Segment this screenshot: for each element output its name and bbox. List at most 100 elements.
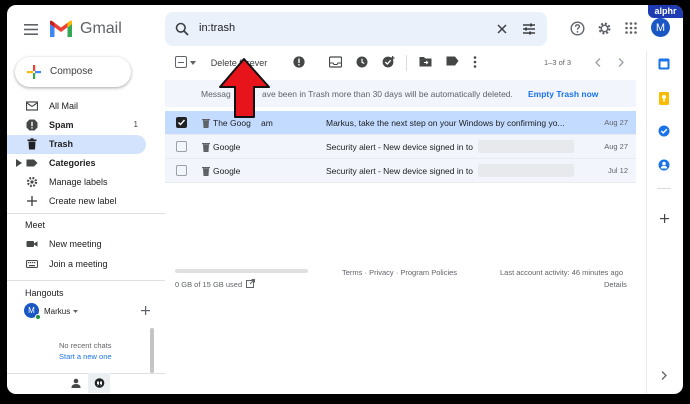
gmail-logo-icon[interactable] [49, 20, 73, 38]
spam-count: 1 [133, 120, 138, 129]
table-row[interactable]: Google Security alert - New device signe… [165, 159, 636, 183]
hangouts-chat-icon[interactable] [88, 373, 110, 393]
account-avatar[interactable]: M [651, 18, 670, 37]
privacy-link[interactable]: Privacy [369, 268, 394, 277]
pagination-text: 1–3 of 3 [544, 58, 572, 67]
email-subject: Security alert - New device signed in to [326, 166, 473, 176]
next-page-icon[interactable] [618, 58, 624, 67]
trash-icon [26, 138, 39, 151]
hangouts-bottom-bar [7, 373, 165, 394]
clear-search-icon[interactable] [496, 23, 508, 35]
email-date: Jul 12 [607, 166, 628, 175]
settings-gear-icon[interactable] [597, 21, 612, 36]
alphr-watermark: alphr [648, 5, 683, 18]
label-tag-icon[interactable] [446, 56, 460, 70]
row-checkbox[interactable] [176, 165, 187, 176]
add-to-tasks-icon[interactable] [382, 56, 396, 70]
email-subject: Security alert - New device signed in to [326, 142, 473, 152]
keep-icon[interactable] [659, 92, 669, 105]
sidebar-item-label: Spam [49, 120, 74, 130]
get-addons-plus-icon[interactable] [660, 214, 669, 223]
contacts-icon[interactable] [658, 159, 670, 171]
hangouts-user-name[interactable]: Markus [44, 307, 70, 316]
plus-icon [26, 195, 39, 208]
sidebar-item-label: Create new label [49, 196, 117, 206]
details-link[interactable]: Details [604, 280, 627, 289]
search-input[interactable]: in:trash [199, 22, 235, 34]
move-to-folder-icon[interactable] [419, 56, 433, 70]
help-icon[interactable] [570, 21, 585, 36]
redacted-area [478, 140, 574, 153]
red-pointer-arrow-icon [219, 57, 271, 119]
apps-grid-icon[interactable] [625, 22, 637, 34]
gear-icon [26, 176, 39, 189]
no-recent-chats-text: No recent chats [59, 341, 112, 350]
search-options-icon[interactable] [522, 22, 536, 36]
report-spam-icon[interactable] [293, 56, 307, 70]
main-menu-icon[interactable] [22, 20, 40, 38]
email-sender: Google [213, 166, 241, 176]
email-sender: The Goog [213, 118, 251, 128]
join-meeting-label: Join a meeting [49, 259, 108, 269]
row-trash-icon [202, 118, 210, 128]
sidebar-item-categories[interactable]: Categories [7, 154, 146, 173]
storage-usage-text: 0 GB of 15 GB used [175, 280, 243, 289]
compose-label: Compose [50, 66, 93, 77]
label-icon [26, 157, 39, 170]
sidebar-item-all-mail[interactable]: All Mail [7, 97, 146, 116]
table-row[interactable]: Google Security alert - New device signe… [165, 135, 636, 159]
side-panel-divider [646, 51, 647, 394]
calendar-icon[interactable] [658, 58, 670, 70]
contacts-person-icon[interactable] [71, 378, 81, 388]
search-bar[interactable]: in:trash [165, 12, 547, 46]
snooze-clock-icon[interactable] [356, 56, 370, 70]
compose-plus-icon [27, 65, 41, 79]
terms-link[interactable]: Terms [342, 268, 362, 277]
select-dropdown-icon[interactable] [190, 61, 196, 65]
storage-usage-bar [175, 269, 308, 273]
email-sender-tail: am [261, 118, 273, 128]
expand-side-panel-icon[interactable] [661, 371, 667, 380]
tasks-icon[interactable] [658, 125, 670, 137]
sidebar-scrollbar[interactable] [150, 328, 154, 373]
new-meeting-item[interactable]: New meeting [7, 235, 146, 254]
search-icon[interactable] [175, 22, 189, 36]
external-link-icon[interactable] [246, 279, 255, 288]
email-date: Aug 27 [604, 142, 628, 151]
banner-message-end: ave been in Trash more than 30 days will… [262, 89, 513, 99]
email-date: Aug 27 [604, 118, 628, 127]
side-panel-divider-short [657, 188, 671, 189]
hangouts-section-title: Hangouts [25, 288, 64, 298]
sidebar-item-create-label[interactable]: Create new label [7, 192, 146, 211]
move-to-inbox-icon[interactable] [329, 56, 343, 70]
join-meeting-item[interactable]: Join a meeting [7, 255, 146, 274]
sidebar-item-manage-labels[interactable]: Manage labels [7, 173, 146, 192]
sidebar-item-spam[interactable]: Spam 1 [7, 116, 146, 135]
row-checkbox[interactable] [176, 117, 187, 128]
status-dropdown-icon[interactable] [73, 310, 78, 313]
compose-button[interactable]: Compose [15, 57, 131, 87]
online-status-dot [35, 314, 41, 320]
all-mail-icon [26, 100, 39, 113]
sidebar-item-trash[interactable]: Trash [7, 135, 146, 154]
last-activity-text: Last account activity: 46 minutes ago [500, 268, 623, 277]
email-subject: Markus, take the next step on your Windo… [326, 118, 565, 128]
keyboard-icon [26, 258, 39, 271]
empty-trash-now-link[interactable]: Empty Trash now [528, 89, 598, 99]
gmail-wordmark: Gmail [80, 20, 122, 37]
program-policies-link[interactable]: Program Policies [400, 268, 457, 277]
expand-arrow-icon[interactable] [16, 159, 22, 167]
sidebar-item-label: Categories [49, 158, 96, 168]
indeterminate-mark [178, 61, 184, 63]
add-chat-plus-icon[interactable] [141, 306, 150, 315]
hangouts-avatar-initial: M [28, 306, 35, 315]
row-checkbox[interactable] [176, 141, 187, 152]
toolbar-divider [406, 55, 407, 71]
email-sender: Google [213, 142, 241, 152]
select-all-checkbox[interactable] [175, 56, 187, 68]
more-options-icon[interactable] [473, 56, 487, 70]
account-avatar-initial: M [655, 21, 666, 34]
spam-icon [26, 119, 39, 132]
prev-page-icon[interactable] [595, 58, 601, 67]
start-new-chat-link[interactable]: Start a new one [59, 352, 112, 361]
